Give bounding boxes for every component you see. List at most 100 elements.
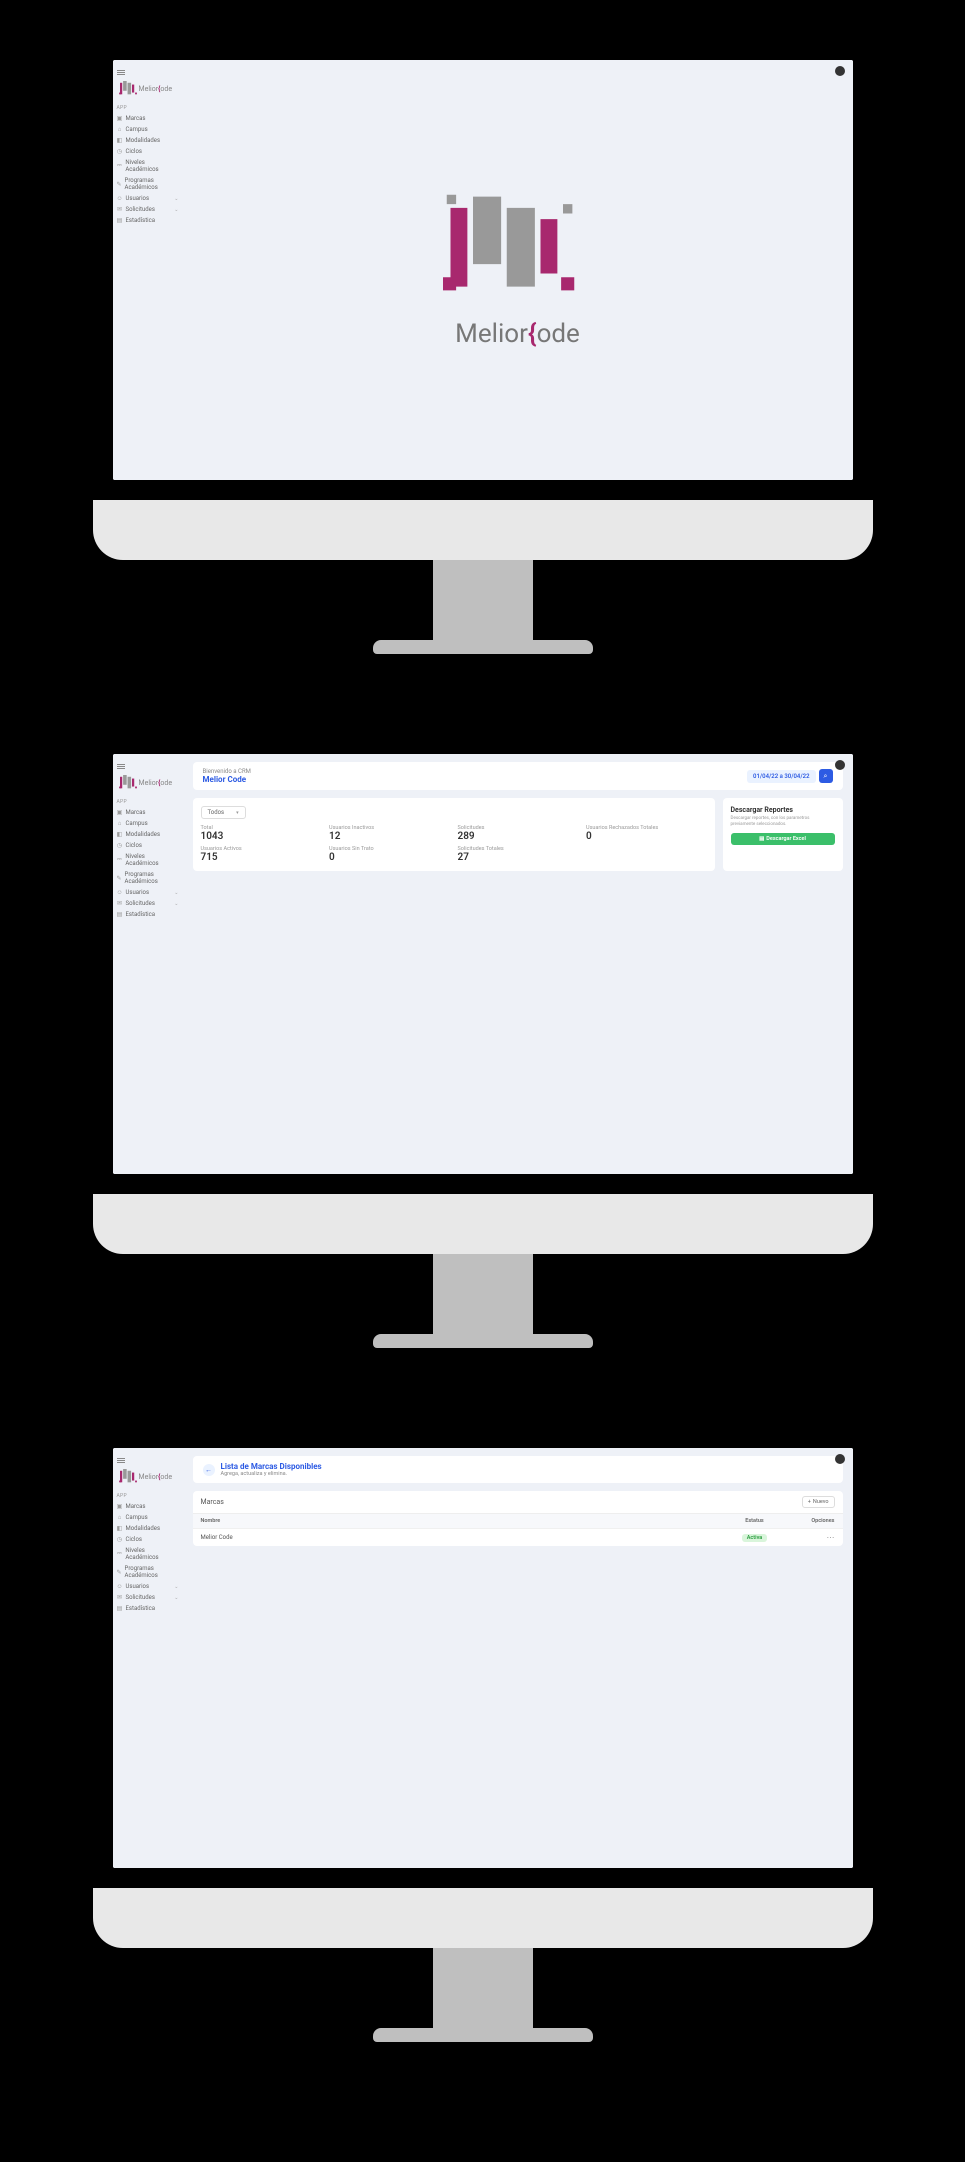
nav-item-programas[interactable]: ✎Programas Académicos: [117, 175, 179, 193]
nav-item-campus[interactable]: ⌂Campus: [117, 818, 179, 829]
search-button[interactable]: ⌕: [819, 769, 833, 783]
logo-text: Melior{ode: [139, 1473, 173, 1481]
nav-item-marcas[interactable]: ▣Marcas: [117, 1501, 179, 1512]
nav-item-usuarios[interactable]: ☺Usuarios⌄: [117, 887, 179, 898]
chevron-down-icon: ▾: [236, 810, 239, 816]
programs-icon: ✎: [117, 875, 122, 881]
nav-item-usuarios[interactable]: ☺Usuarios⌄: [117, 1581, 179, 1592]
logo-mark-icon: [119, 775, 137, 791]
brand-logo[interactable]: Melior{ode: [117, 79, 179, 99]
nav-section-label: APP: [117, 1493, 179, 1499]
brand-logo[interactable]: Melior{ode: [117, 1467, 179, 1487]
requests-icon: ✉: [117, 1595, 123, 1601]
nav-item-solicitudes[interactable]: ✉Solicitudes⌄: [117, 1592, 179, 1603]
stats-icon: ▤: [117, 912, 123, 918]
reports-card: Descargar Reportes Descargar reportes, c…: [723, 798, 843, 871]
nav-item-marcas[interactable]: ▣Marcas: [117, 807, 179, 818]
back-button[interactable]: ←: [203, 1464, 215, 1476]
chevron-down-icon: ⌄: [174, 207, 178, 213]
more-icon: ⋯: [827, 1533, 835, 1542]
campus-icon: ⌂: [117, 127, 123, 133]
new-button[interactable]: + Nuevo: [802, 1496, 835, 1508]
users-icon: ☺: [117, 1584, 123, 1590]
nav-item-marcas[interactable]: ▣Marcas: [117, 113, 179, 124]
nav-item-estadistica[interactable]: ▤Estadística: [117, 215, 179, 226]
programs-icon: ✎: [117, 1569, 122, 1575]
nav-section-label: APP: [117, 799, 179, 805]
table-title: Marcas: [201, 1498, 224, 1506]
nav-item-estadistica[interactable]: ▤Estadística: [117, 1603, 179, 1614]
stat-no-deal-users: Usuarios Sin Trato0: [329, 846, 450, 863]
modes-icon: ◧: [117, 1526, 123, 1532]
chevron-down-icon: ⌄: [174, 901, 178, 907]
nav-item-estadistica[interactable]: ▤Estadística: [117, 909, 179, 920]
list-subtitle: Agrega, actualiza y elimina.: [221, 1471, 322, 1477]
date-range-picker[interactable]: 01/04/22 a 30/04/22: [747, 770, 815, 783]
list-title: Lista de Marcas Disponibles: [221, 1462, 322, 1471]
main-content: Melior{ode: [183, 60, 853, 480]
menu-toggle-icon[interactable]: [117, 760, 125, 773]
table-card: Marcas + Nuevo Nombre Estatus Opciones: [193, 1491, 843, 1546]
nav-item-programas[interactable]: ✎Programas Académicos: [117, 1563, 179, 1581]
brand-logo[interactable]: Melior{ode: [117, 773, 179, 793]
cell-name: Melior Code: [201, 1534, 725, 1541]
modes-icon: ◧: [117, 832, 123, 838]
table-header-row: Nombre Estatus Opciones: [193, 1514, 843, 1528]
users-icon: ☺: [117, 196, 123, 202]
dashboard-title: Melior Code: [203, 775, 251, 784]
menu-toggle-icon[interactable]: [117, 66, 125, 79]
file-icon: ▤: [759, 836, 764, 842]
nav-item-modalidades[interactable]: ◧Modalidades: [117, 135, 179, 146]
nav-item-campus[interactable]: ⌂Campus: [117, 124, 179, 135]
menu-toggle-icon[interactable]: [117, 1454, 125, 1467]
status-badge: Activa: [742, 1534, 768, 1542]
nav-item-ciclos[interactable]: ◷Ciclos: [117, 146, 179, 157]
nav-item-niveles[interactable]: ⎓Niveles Académicos: [117, 1545, 179, 1563]
arrow-left-icon: ←: [205, 1466, 212, 1474]
brand-icon: ▣: [117, 810, 123, 816]
users-icon: ☺: [117, 890, 123, 896]
stats-icon: ▤: [117, 218, 123, 224]
levels-icon: ⎓: [117, 857, 123, 863]
chevron-down-icon: ⌄: [174, 890, 178, 896]
nav-item-ciclos[interactable]: ◷Ciclos: [117, 1534, 179, 1545]
table-row: Melior Code Activa ⋯: [193, 1528, 843, 1546]
logo-mark-large-icon: [443, 191, 593, 311]
list-header: ← Lista de Marcas Disponibles Agrega, ac…: [193, 1456, 843, 1483]
plus-icon: +: [808, 1499, 811, 1505]
nav-item-modalidades[interactable]: ◧Modalidades: [117, 1523, 179, 1534]
stat-inactive-users: Usuarios Inactivos12: [329, 825, 450, 842]
brand-icon: ▣: [117, 1504, 123, 1510]
nav-item-campus[interactable]: ⌂Campus: [117, 1512, 179, 1523]
sidebar: Melior{ode APP ▣Marcas ⌂Campus ◧Modalida…: [113, 754, 183, 1174]
nav-item-niveles[interactable]: ⎓Niveles Académicos: [117, 157, 179, 175]
user-avatar[interactable]: [835, 66, 845, 76]
campus-icon: ⌂: [117, 821, 123, 827]
download-excel-button[interactable]: ▤ Descargar Excel: [731, 833, 835, 845]
nav-item-usuarios[interactable]: ☺Usuarios⌄: [117, 193, 179, 204]
chevron-down-icon: ⌄: [174, 1595, 178, 1601]
reports-title: Descargar Reportes: [731, 806, 835, 814]
stats-card: Todos ▾ Total1043 Usuarios Inactivos12 S…: [193, 798, 715, 871]
nav-section-label: APP: [117, 105, 179, 111]
stat-active-users: Usuarios Activos715: [201, 846, 322, 863]
nav-item-niveles[interactable]: ⎓Niveles Académicos: [117, 851, 179, 869]
user-avatar[interactable]: [835, 1454, 845, 1464]
user-avatar[interactable]: [835, 760, 845, 770]
nav-item-ciclos[interactable]: ◷Ciclos: [117, 840, 179, 851]
nav-item-solicitudes[interactable]: ✉Solicitudes⌄: [117, 204, 179, 215]
nav-item-modalidades[interactable]: ◧Modalidades: [117, 829, 179, 840]
search-icon: ⌕: [824, 772, 828, 781]
row-options-button[interactable]: ⋯: [785, 1533, 835, 1542]
reports-description: Descargar reportes, con los parametros p…: [731, 816, 835, 828]
stats-icon: ▤: [117, 1606, 123, 1612]
dashboard-header: Bienvenido a CRM Melior Code 01/04/22 a …: [193, 762, 843, 790]
sidebar: Melior{ode APP ▣Marcas ⌂Campus ◧Modalida…: [113, 1448, 183, 1868]
nav-item-programas[interactable]: ✎Programas Académicos: [117, 869, 179, 887]
filter-select[interactable]: Todos ▾: [201, 806, 246, 819]
app-welcome-screen: Melior{ode APP ▣Marcas ⌂Campus ◧Modalida…: [113, 60, 853, 480]
cell-status: Activa: [725, 1534, 785, 1541]
nav-item-solicitudes[interactable]: ✉Solicitudes⌄: [117, 898, 179, 909]
chevron-down-icon: ⌄: [174, 1584, 178, 1590]
column-status: Estatus: [725, 1518, 785, 1524]
